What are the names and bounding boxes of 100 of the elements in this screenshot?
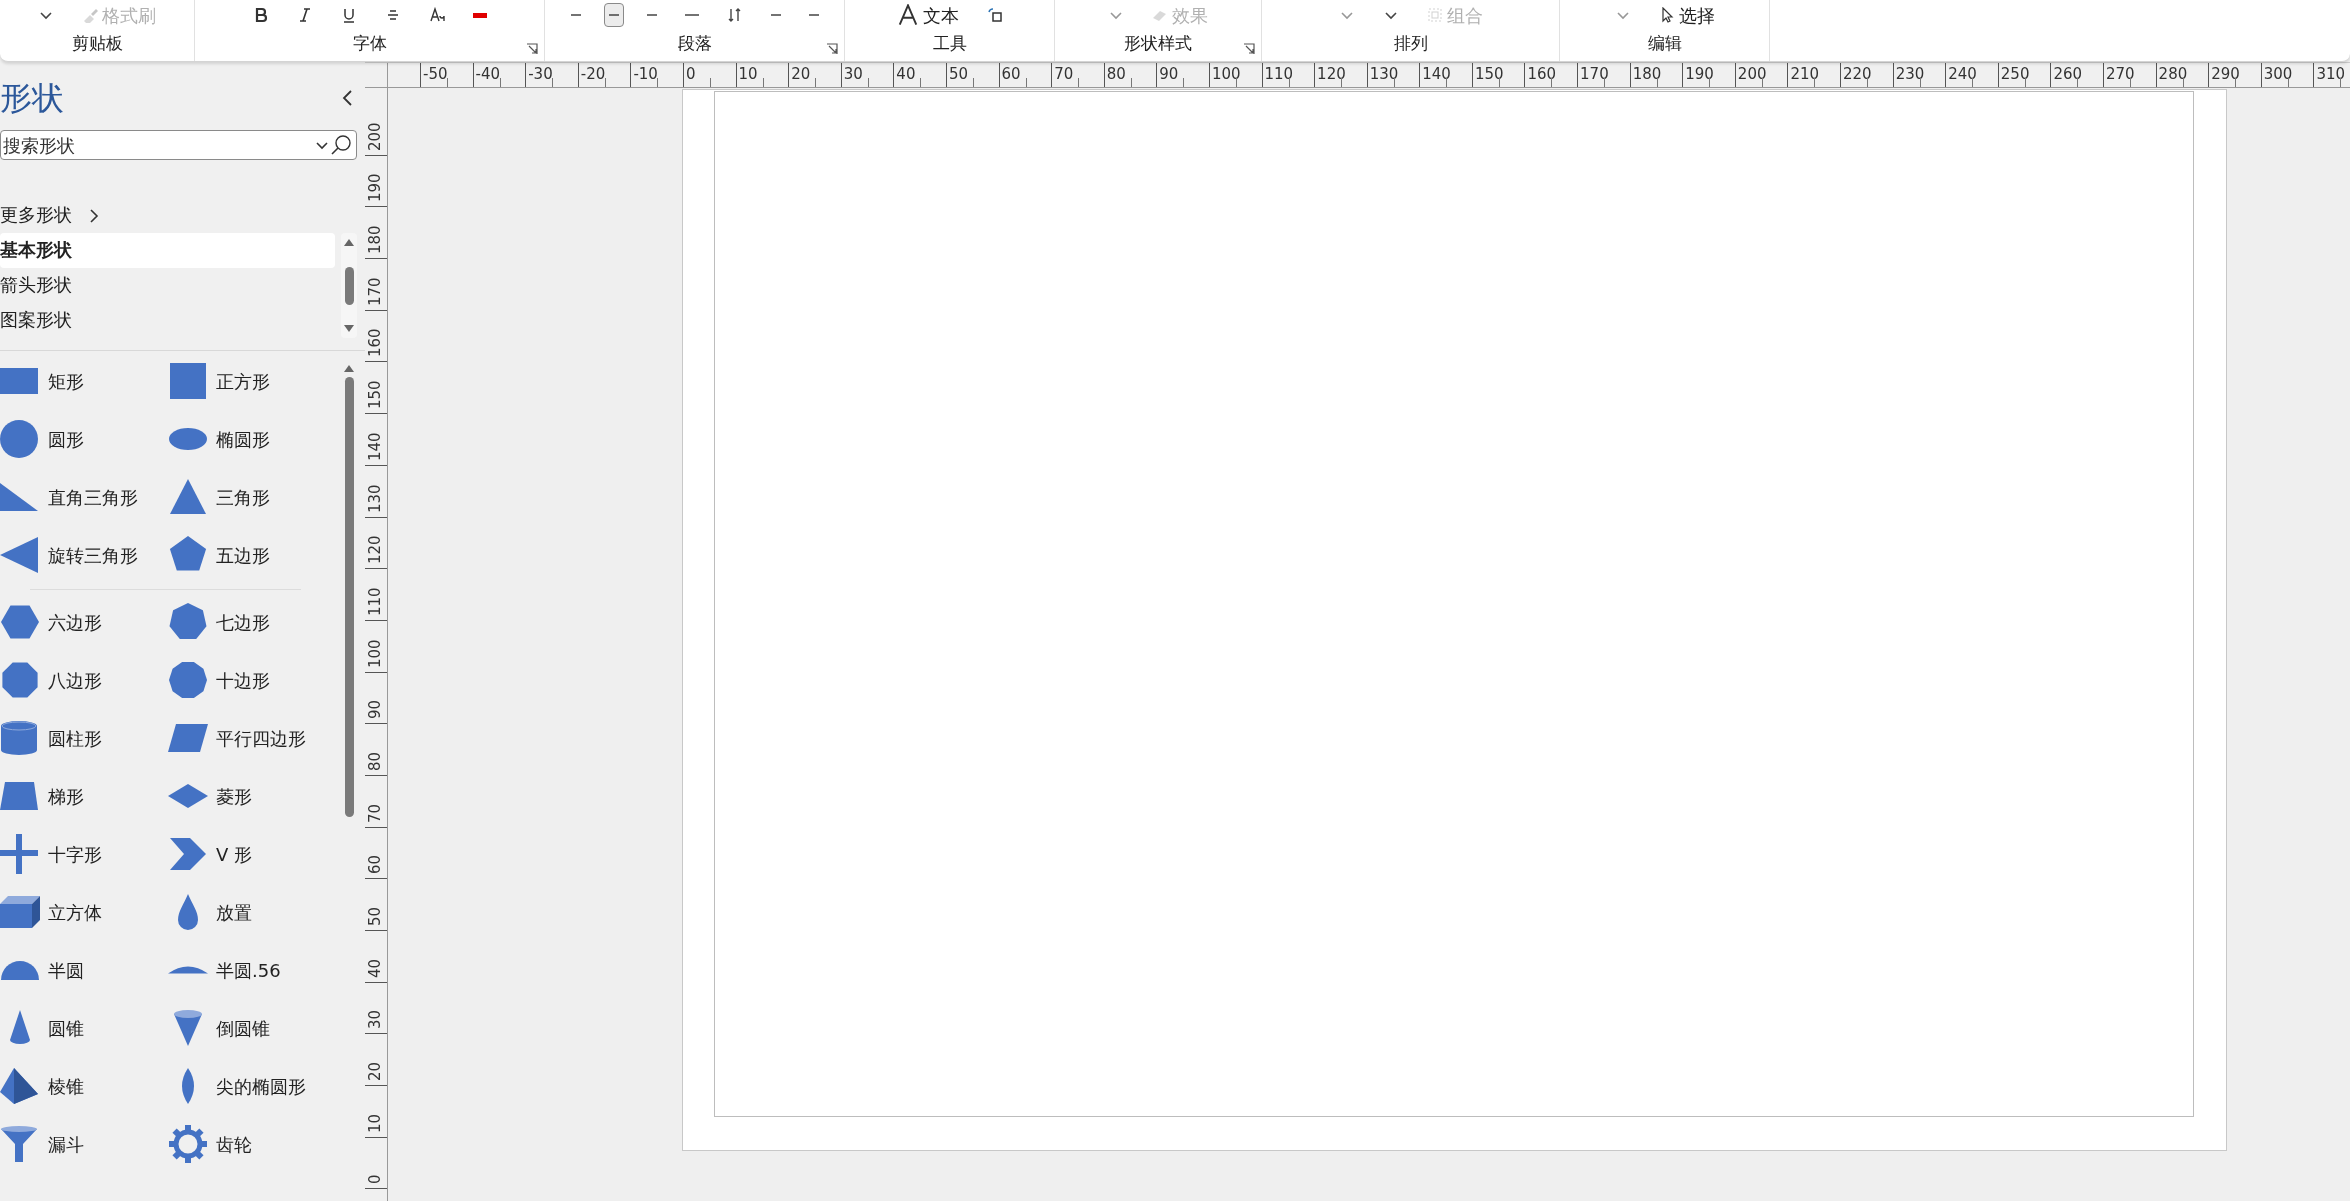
ruler-label: 90: [1156, 63, 1209, 87]
shape-item[interactable]: 半圆.56: [168, 950, 336, 990]
scrollbar-thumb[interactable]: [344, 266, 354, 305]
cylinder-shape-icon: [0, 718, 40, 758]
heptagon-shape-icon: [168, 602, 208, 642]
ruler-label: 190: [368, 173, 382, 203]
shape-label: V 形: [216, 842, 253, 867]
letter-a-icon: [896, 4, 919, 26]
ruler-label: 120: [1314, 63, 1367, 87]
ruler-label: 210: [1787, 63, 1841, 87]
ruler-label: 200: [368, 122, 382, 151]
ruler-label: 0: [682, 63, 736, 87]
ruler-label: 40: [368, 958, 382, 978]
shape-label: 六边形: [48, 610, 102, 635]
group-icon: [1426, 7, 1443, 23]
ruler-label: 170: [368, 277, 382, 306]
ruler-label: 90: [368, 700, 382, 720]
shape-item[interactable]: 矩形: [0, 361, 168, 401]
shape-item[interactable]: 放置: [168, 892, 336, 932]
ruler-label: -50: [420, 63, 473, 87]
shape-item[interactable]: 漏斗: [0, 1124, 168, 1164]
ruler-label: -20: [577, 63, 631, 87]
dialog-launcher-icon[interactable]: [526, 43, 538, 55]
group-label: 字体: [352, 33, 387, 53]
shape-label: 椭圆形: [216, 427, 270, 452]
panel-title: 形状: [0, 78, 64, 118]
ruler-label: 180: [1629, 63, 1683, 87]
cross-shape-icon: [0, 834, 40, 874]
shape-label: 十边形: [216, 668, 270, 693]
stencil-item[interactable]: 图案形状: [0, 303, 335, 338]
ruler-label: 300: [2260, 63, 2314, 87]
shape-label: 立方体: [48, 900, 102, 925]
align-center-button[interactable]: [603, 3, 624, 27]
shape-item[interactable]: 平行四边形: [168, 718, 336, 758]
shape-item[interactable]: 正方形: [168, 361, 336, 401]
shape-item[interactable]: 五边形: [168, 535, 336, 575]
group-label: 剪贴板: [71, 33, 123, 53]
shape-item[interactable]: 七边形: [168, 602, 336, 642]
rotated-triangle-shape-icon: [0, 535, 40, 575]
pyramid-shape-icon: [0, 1066, 40, 1106]
chevron-right-icon: [88, 206, 100, 225]
scroll-down-icon[interactable]: [343, 324, 355, 334]
shape-label: 圆锥: [48, 1016, 84, 1041]
shape-item[interactable]: 倒圆锥: [168, 1008, 336, 1048]
shape-label: 圆形: [48, 427, 84, 452]
ruler-label: 290: [2208, 63, 2261, 87]
shape-item[interactable]: 半圆: [0, 950, 168, 990]
shape-item[interactable]: 立方体: [0, 892, 168, 932]
stencil-item[interactable]: 基本形状: [0, 233, 335, 268]
gear-shape-icon: [168, 1124, 208, 1164]
ruler-label: 170: [1577, 63, 1630, 87]
shape-item[interactable]: 十字形: [0, 834, 168, 874]
shape-item[interactable]: 三角形: [168, 477, 336, 517]
shape-label: 齿轮: [216, 1132, 252, 1157]
ruler-label: 130: [1366, 63, 1420, 87]
shape-item[interactable]: 齿轮: [168, 1124, 336, 1164]
ruler-label: -10: [630, 63, 683, 87]
shape-label: 棱锥: [48, 1074, 84, 1099]
line-spacing-icon: [726, 7, 743, 23]
dialog-launcher-icon[interactable]: [1243, 43, 1255, 55]
ruler-label: 110: [1261, 63, 1315, 87]
ruler-label: 270: [2103, 63, 2156, 87]
brush-icon: [82, 7, 98, 23]
shape-item[interactable]: 尖的椭圆形: [168, 1066, 336, 1106]
scroll-up-icon[interactable]: [343, 363, 355, 373]
shape-item[interactable]: 菱形: [168, 776, 336, 816]
shape-item[interactable]: 八边形: [0, 660, 168, 700]
shape-label: 菱形: [216, 784, 252, 809]
shape-item[interactable]: 圆锥: [0, 1008, 168, 1048]
shape-item[interactable]: 圆形: [0, 419, 168, 459]
octagon-shape-icon: [0, 660, 40, 700]
shape-item[interactable]: 圆柱形: [0, 718, 168, 758]
scrollbar-thumb[interactable]: [344, 377, 354, 817]
ruler-label: 60: [368, 855, 382, 875]
ruler-label: -40: [472, 63, 526, 87]
ruler-label: 250: [1997, 63, 2051, 87]
collapse-icon[interactable]: [341, 88, 355, 108]
shape-item[interactable]: 十边形: [168, 660, 336, 700]
search-icon[interactable]: [330, 134, 352, 156]
shape-label: 七边形: [216, 610, 270, 635]
ruler-label: 100: [1208, 63, 1262, 87]
ribbon-button[interactable]: 文本: [891, 3, 964, 27]
ribbon-button[interactable]: 选择: [1653, 3, 1720, 27]
shape-item[interactable]: 棱锥: [0, 1066, 168, 1106]
more-shapes-link[interactable]: 更多形状: [0, 198, 72, 233]
shape-item[interactable]: 梯形: [0, 776, 168, 816]
dialog-launcher-icon[interactable]: [826, 43, 838, 55]
shape-label: 三角形: [216, 485, 270, 510]
shape-item[interactable]: 椭圆形: [168, 419, 336, 459]
semicircle-shape-icon: [1, 960, 39, 980]
ruler-label: 160: [1524, 63, 1578, 87]
scroll-up-icon[interactable]: [343, 237, 355, 247]
shape-item[interactable]: V 形: [168, 834, 336, 874]
square-shape-icon: [168, 361, 208, 401]
ruler-label: 70: [1051, 63, 1104, 87]
shape-label: 五边形: [216, 543, 270, 568]
stencil-item[interactable]: 箭头形状: [0, 268, 335, 303]
shape-item[interactable]: 六边形: [0, 602, 168, 642]
shape-item[interactable]: 直角三角形: [0, 477, 168, 517]
shape-item[interactable]: 旋转三角形: [0, 535, 168, 575]
